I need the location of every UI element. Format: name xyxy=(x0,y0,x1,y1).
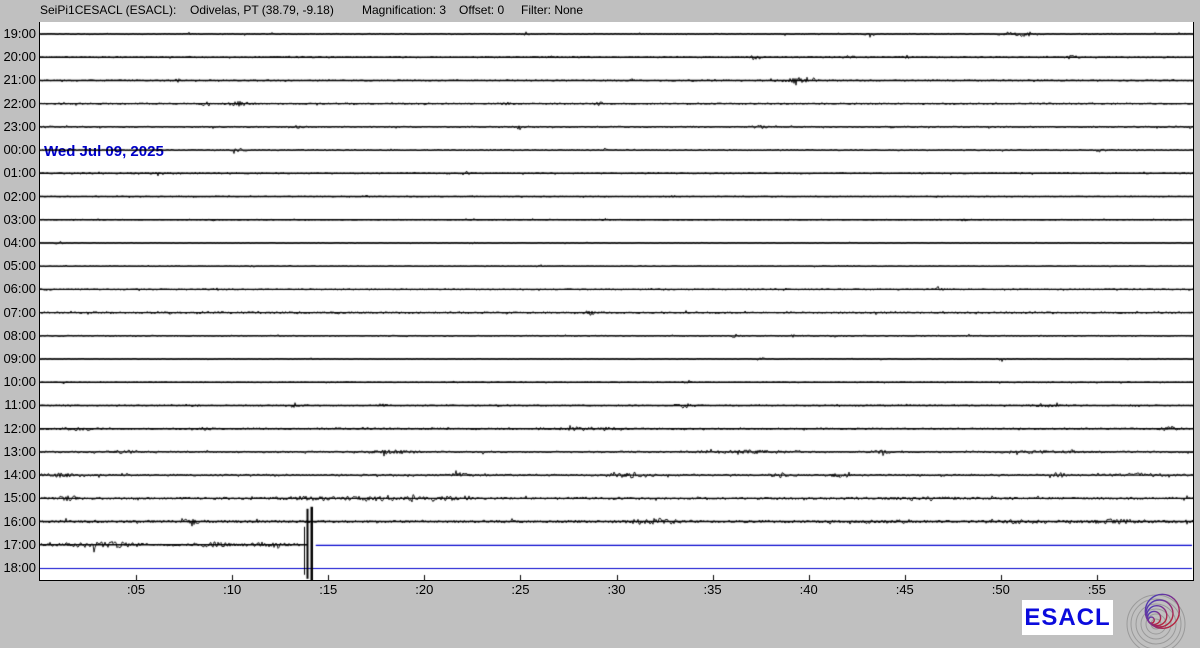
minute-tick-label: :55 xyxy=(1075,582,1119,597)
hour-label: 09:00 xyxy=(0,351,36,367)
esacl-logo-text: ESACL xyxy=(1024,606,1110,630)
minute-tick-label: :20 xyxy=(402,582,446,597)
hour-label: 05:00 xyxy=(0,258,36,274)
hour-label: 19:00 xyxy=(0,26,36,42)
hour-label: 17:00 xyxy=(0,537,36,553)
hour-label: 20:00 xyxy=(0,49,36,65)
hour-label: 11:00 xyxy=(0,397,36,413)
hour-label: 02:00 xyxy=(0,189,36,205)
hour-label: 22:00 xyxy=(0,96,36,112)
minute-tick-label: :45 xyxy=(883,582,927,597)
hour-label: 07:00 xyxy=(0,305,36,321)
helicorder-plot-area xyxy=(39,22,1194,581)
hour-label: 04:00 xyxy=(0,235,36,251)
minute-tick-label: :50 xyxy=(979,582,1023,597)
minute-tick-label: :10 xyxy=(210,582,254,597)
hour-label: 01:00 xyxy=(0,165,36,181)
minute-tick-label: :35 xyxy=(691,582,735,597)
helicorder-window: { "header": { "station_id": "SeiPi1CESAC… xyxy=(0,0,1200,648)
hour-label: 08:00 xyxy=(0,328,36,344)
hour-label: 16:00 xyxy=(0,514,36,530)
magnification-label: Magnification: 3 xyxy=(362,3,446,17)
minute-tick-label: :40 xyxy=(787,582,831,597)
filter-label: Filter: None xyxy=(521,3,583,17)
offset-label: Offset: 0 xyxy=(459,3,504,17)
hour-label: 00:00 xyxy=(0,142,36,158)
header-bar: SeiPi1CESACL (ESACL): Odivelas, PT (38.7… xyxy=(0,3,1200,19)
hour-label: 23:00 xyxy=(0,119,36,135)
hour-label: 18:00 xyxy=(0,560,36,576)
hour-label: 10:00 xyxy=(0,374,36,390)
station-id-label: SeiPi1CESACL (ESACL): xyxy=(40,3,176,17)
minute-tick-label: :30 xyxy=(595,582,639,597)
minute-tick-label: :15 xyxy=(306,582,350,597)
hour-label: 15:00 xyxy=(0,490,36,506)
station-location-label: Odivelas, PT (38.79, -9.18) xyxy=(190,3,334,17)
hour-label: 13:00 xyxy=(0,444,36,460)
esacl-spiral-logo xyxy=(1124,588,1198,648)
esacl-logo-box: ESACL xyxy=(1022,600,1113,635)
hour-label: 12:00 xyxy=(0,421,36,437)
hour-label: 06:00 xyxy=(0,281,36,297)
helicorder-trace-canvas xyxy=(40,22,1193,580)
hour-label: 03:00 xyxy=(0,212,36,228)
hour-label: 21:00 xyxy=(0,72,36,88)
minute-tick-label: :05 xyxy=(114,582,158,597)
minute-tick-label: :25 xyxy=(498,582,542,597)
hour-label: 14:00 xyxy=(0,467,36,483)
